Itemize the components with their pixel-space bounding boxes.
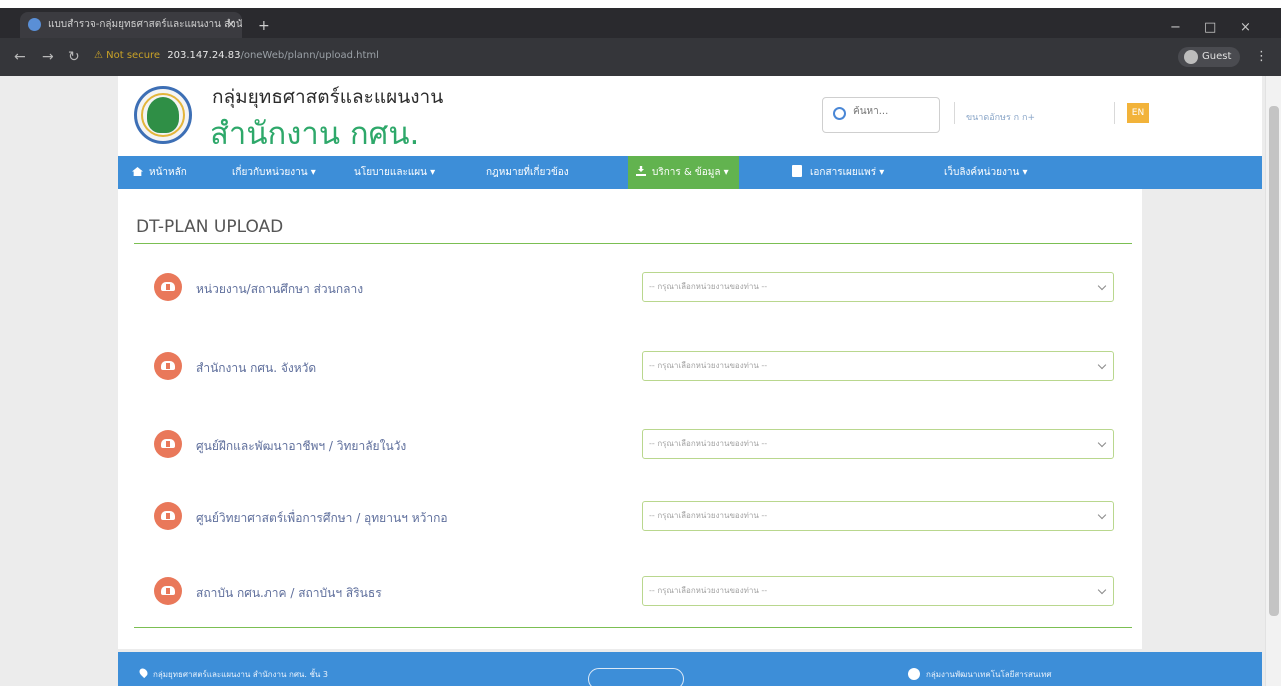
main-nav: หน้าหลัก เกี่ยวกับหน่วยงาน ▾ นโยบายและแผ… [118, 156, 1262, 189]
user-icon [1184, 50, 1198, 64]
scrollbar[interactable] [1265, 76, 1281, 686]
row-label: ศูนย์วิทยาศาสตร์เพื่อการศึกษา / อุทยานฯ … [196, 511, 448, 525]
search-input[interactable] [853, 106, 933, 117]
book-icon [792, 165, 802, 177]
footer-address: กลุ่มยุทธศาสตร์และแผนงาน สำนักงาน กศน. ช… [137, 666, 328, 681]
chevron-down-icon [1097, 438, 1107, 448]
favicon-icon [28, 18, 41, 31]
select-placeholder: -- กรุณาเลือกหน่วยงานของท่าน -- [649, 511, 768, 520]
new-tab-button[interactable]: + [258, 18, 270, 34]
select-placeholder: -- กรุณาเลือกหน่วยงานของท่าน -- [649, 439, 768, 448]
back-icon[interactable]: ← [14, 49, 26, 65]
font-size-controls[interactable]: ขนาดอักษร ก ก+ [966, 110, 1035, 124]
download-icon [636, 166, 646, 176]
url-path: /oneWeb/plann/upload.html [240, 50, 379, 61]
social-text: กลุ่มงานพัฒนาเทคโนโลยีสารสนเทศ [926, 670, 1052, 679]
language-button[interactable]: EN [1127, 103, 1149, 123]
row-label: สำนักงาน กศน. จังหวัด [196, 361, 317, 375]
scroll-thumb[interactable] [1269, 106, 1279, 616]
footer-social[interactable]: กลุ่มงานพัฒนาเทคโนโลยีสารสนเทศ [908, 668, 1051, 681]
divider [134, 243, 1132, 244]
url-host: 203.147.24.83 [167, 50, 241, 61]
browser-tab[interactable]: แบบสำรวจ-กลุ่มยุทธศาสตร์และแผนงาน สำนักง… [20, 12, 242, 38]
cloud-upload-icon [154, 430, 182, 458]
minimize-icon[interactable]: − [1170, 20, 1181, 35]
row-label: ศูนย์ฝึกและพัฒนาอาชีพฯ / วิทยาลัยในวัง [196, 439, 407, 453]
browser-tab-strip: แบบสำรวจ-กลุ่มยุทธศาสตร์และแผนงาน สำนักง… [0, 8, 1281, 38]
nav-policy[interactable]: นโยบายและแผน ▾ [354, 156, 435, 189]
nav-weblinks[interactable]: เว็บลิงค์หน่วยงาน ▾ [944, 156, 1028, 189]
profile-label: Guest [1202, 51, 1232, 62]
map-pin-icon [137, 666, 150, 679]
address-bar: ← → ↻ ⚠ Not secure 203.147.24.83/oneWeb/… [0, 38, 1281, 76]
chevron-down-icon [1097, 360, 1107, 370]
url-field[interactable]: ⚠ Not secure 203.147.24.83/oneWeb/plann/… [94, 50, 379, 61]
nav-publications[interactable]: เอกสารเผยแพร่ ▾ [792, 156, 884, 189]
nav-label: เอกสารเผยแพร่ ▾ [810, 167, 885, 178]
security-warning[interactable]: ⚠ Not secure [94, 50, 160, 61]
select-placeholder: -- กรุณาเลือกหน่วยงานของท่าน -- [649, 586, 768, 595]
close-tab-icon[interactable]: × [226, 17, 236, 31]
address-text: กลุ่มยุทธศาสตร์และแผนงาน สำนักงาน กศน. ช… [153, 670, 328, 679]
row-label: หน่วยงาน/สถานศึกษา ส่วนกลาง [196, 282, 364, 296]
page-viewport: กลุ่มยุทธศาสตร์และแผนงาน สำนักงาน กศน. ข… [0, 76, 1281, 686]
photo-margin [0, 0, 1281, 8]
office-name: สำนักงาน กศน. [210, 116, 420, 152]
row-label: สถาบัน กศน.ภาค / สถาบันฯ สิรินธร [196, 586, 382, 600]
close-window-icon[interactable]: × [1240, 20, 1251, 35]
cloud-upload-icon [154, 502, 182, 530]
nav-about[interactable]: เกี่ยวกับหน่วยงาน ▾ [232, 156, 316, 189]
nav-label: บริการ & ข้อมูล ▾ [652, 167, 729, 178]
select-placeholder: -- กรุณาเลือกหน่วยงานของท่าน -- [649, 282, 768, 291]
home-icon [132, 167, 143, 176]
profile-button[interactable]: Guest [1178, 47, 1240, 67]
cloud-upload-icon [154, 577, 182, 605]
nav-label: หน้าหลัก [149, 167, 187, 178]
menu-icon[interactable]: ⋮ [1255, 49, 1268, 64]
unit-select[interactable]: -- กรุณาเลือกหน่วยงานของท่าน -- [642, 429, 1114, 459]
unit-select[interactable]: -- กรุณาเลือกหน่วยงานของท่าน -- [642, 351, 1114, 381]
search-box[interactable] [822, 97, 940, 133]
forward-icon[interactable]: → [42, 49, 54, 65]
site-footer: กลุ่มยุทธศาสตร์และแผนงาน สำนักงาน กศน. ช… [118, 652, 1262, 686]
chevron-down-icon [1097, 585, 1107, 595]
cloud-upload-icon [154, 352, 182, 380]
logo-emblem [147, 97, 179, 133]
footer-button[interactable] [588, 668, 684, 686]
nav-laws[interactable]: กฎหมายที่เกี่ยวข้อง [486, 156, 569, 189]
page-title: DT-PLAN UPLOAD [136, 217, 284, 237]
divider [954, 102, 955, 124]
chevron-down-icon [1097, 281, 1107, 291]
divider [1114, 102, 1115, 124]
facebook-icon [908, 668, 920, 680]
site-header: กลุ่มยุทธศาสตร์และแผนงาน สำนักงาน กศน. ข… [118, 76, 1262, 156]
cloud-upload-icon [154, 273, 182, 301]
upload-panel: DT-PLAN UPLOAD หน่วยงาน/สถานศึกษา ส่วนกล… [118, 189, 1142, 649]
maximize-icon[interactable]: □ [1204, 20, 1216, 35]
unit-select[interactable]: -- กรุณาเลือกหน่วยงานของท่าน -- [642, 272, 1114, 302]
search-icon[interactable] [833, 107, 846, 120]
chevron-down-icon [1097, 510, 1107, 520]
reload-icon[interactable]: ↻ [68, 49, 80, 65]
logo[interactable] [134, 86, 192, 144]
divider [134, 627, 1132, 628]
unit-select[interactable]: -- กรุณาเลือกหน่วยงานของท่าน -- [642, 501, 1114, 531]
tab-title: แบบสำรวจ-กลุ่มยุทธศาสตร์และแผนงาน สำนักง… [48, 19, 242, 30]
nav-home[interactable]: หน้าหลัก [132, 156, 187, 189]
nav-services[interactable]: บริการ & ข้อมูล ▾ [628, 156, 739, 189]
unit-select[interactable]: -- กรุณาเลือกหน่วยงานของท่าน -- [642, 576, 1114, 606]
select-placeholder: -- กรุณาเลือกหน่วยงานของท่าน -- [649, 361, 768, 370]
